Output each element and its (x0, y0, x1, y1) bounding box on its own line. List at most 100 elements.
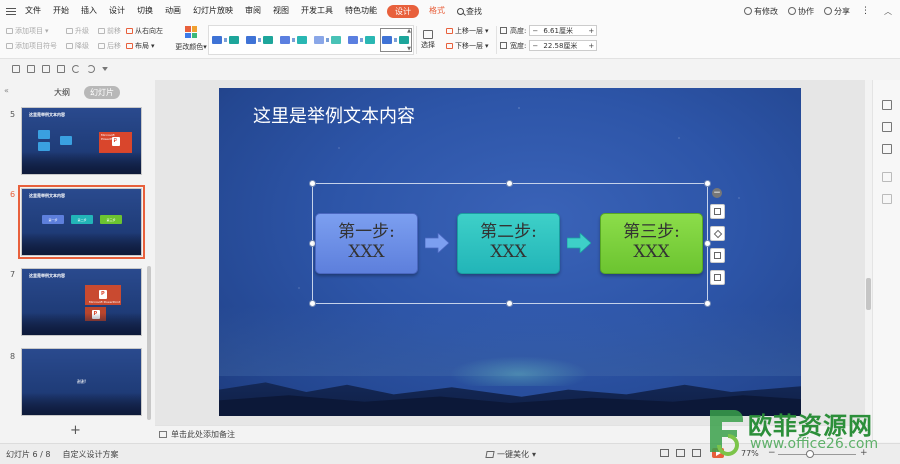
step-value: XXX (348, 242, 385, 262)
layers-button[interactable] (710, 204, 725, 219)
step-box-3[interactable]: 第三步: XXX (600, 213, 703, 274)
resize-handle[interactable] (506, 180, 513, 187)
style-option[interactable] (210, 28, 242, 52)
normal-view-icon[interactable] (660, 449, 669, 457)
resize-handle[interactable] (309, 300, 316, 307)
watermark-logo (710, 410, 743, 456)
width-minus[interactable]: − (530, 42, 540, 50)
pane-scrollbar[interactable] (147, 266, 151, 420)
height-minus[interactable]: − (530, 27, 540, 35)
width-stepper[interactable]: − 22.58厘米 + (529, 40, 598, 51)
change-color-button[interactable]: 更改颜色▾ (172, 25, 210, 57)
select-button[interactable]: 选择 (421, 30, 435, 50)
menu-file[interactable]: 文件 (19, 0, 47, 22)
notes-placeholder[interactable]: 单击此处添加备注 (171, 429, 235, 440)
shape-icon[interactable] (882, 122, 892, 132)
resize-handle[interactable] (704, 180, 711, 187)
collab-button[interactable]: 协作 (783, 6, 819, 17)
tab-outline[interactable]: 大纲 (48, 86, 76, 99)
menu-slideshow[interactable]: 幻灯片放映 (187, 0, 239, 22)
tab-format[interactable]: 格式 (423, 0, 451, 22)
ribbon: 添加项目 ▾ 添加项目符号 升级 降级 前移 后移 从右向左 布局 ▾ 更改颜色… (0, 22, 900, 59)
slide-thumbnail-8[interactable]: 谢谢! (21, 348, 142, 416)
menu-devtools[interactable]: 开发工具 (295, 0, 339, 22)
tab-slides[interactable]: 幻灯片 (84, 86, 120, 99)
height-label: 高度: (510, 26, 527, 35)
slide-thumbnail-7[interactable]: 这里是举例文本内容 Microsoft PowerPoint (21, 268, 142, 336)
print-preview-icon[interactable] (27, 65, 35, 73)
slide-thumbnail-6[interactable]: 这里是举例文本内容 第一步 第二步 第三步 (18, 185, 145, 259)
redo-icon[interactable] (87, 65, 95, 73)
gallery-scroll[interactable]: ▲ ▼ (406, 28, 412, 52)
style-swatch (365, 36, 376, 44)
step-box-2[interactable]: 第二步: XXX (457, 213, 560, 274)
width-plus[interactable]: + (586, 42, 596, 50)
hamburger-icon[interactable] (6, 6, 16, 17)
style-arrow (292, 38, 296, 42)
style-option[interactable] (278, 28, 310, 52)
design-scheme[interactable]: 自定义设计方案 (57, 449, 125, 460)
step-value: XXX (633, 242, 670, 262)
menu-transition[interactable]: 切换 (131, 0, 159, 22)
chevron-up-icon[interactable]: ︿ (876, 6, 900, 17)
width-value[interactable]: 22.58厘米 (540, 41, 586, 51)
slide-thumbnail-5[interactable]: 这里是举例文本内容 Microsoft PowerPoint (21, 107, 142, 175)
undo-icon[interactable] (72, 65, 80, 73)
settings-icon[interactable] (882, 194, 892, 204)
style-option[interactable] (312, 28, 344, 52)
shape-style-button[interactable] (710, 226, 725, 241)
step-box-1[interactable]: 第一步: XXX (315, 213, 418, 274)
resize-handle[interactable] (506, 300, 513, 307)
gallery-down-icon[interactable]: ▼ (407, 46, 411, 52)
gallery-up-icon[interactable]: ▲ (407, 28, 411, 34)
menu-home[interactable]: 开始 (47, 0, 75, 22)
copy-icon[interactable] (882, 144, 892, 154)
height-value[interactable]: 6.61厘米 (540, 26, 586, 36)
changes-button[interactable]: 有修改 (739, 6, 783, 17)
changes-label: 有修改 (754, 6, 778, 16)
layout-options-button[interactable] (710, 270, 725, 285)
menu-design[interactable]: 设计 (103, 0, 131, 22)
export-icon[interactable] (57, 65, 65, 73)
save-icon[interactable] (12, 65, 20, 73)
chart-icon[interactable] (882, 172, 892, 182)
properties-icon[interactable] (882, 100, 892, 110)
customize-icon[interactable] (102, 67, 108, 71)
style-option[interactable] (244, 28, 276, 52)
resize-handle[interactable] (309, 180, 316, 187)
menu-review[interactable]: 审阅 (239, 0, 267, 22)
collapse-pane-icon[interactable]: « (4, 86, 9, 95)
tab-smartart-design[interactable]: 设计 (387, 4, 419, 18)
search-button[interactable]: 查找 (451, 6, 488, 17)
move-forward-button: 前移 (98, 26, 121, 36)
more-icon[interactable]: ⋮ (855, 6, 876, 16)
select-label: 选择 (421, 41, 435, 49)
rtl-label: 从右向左 (135, 27, 163, 35)
menu-features[interactable]: 特色功能 (339, 0, 383, 22)
demote-icon (66, 43, 73, 49)
menu-view[interactable]: 视图 (267, 0, 295, 22)
collapse-toolbar-button[interactable]: − (712, 188, 722, 198)
rtl-button[interactable]: 从右向左 (126, 26, 163, 36)
print-icon[interactable] (42, 65, 50, 73)
beautify-button[interactable]: 一键美化 ▾ (485, 449, 536, 460)
style-swatch (331, 36, 342, 44)
ribbon-divider (496, 26, 497, 54)
height-stepper[interactable]: − 6.61厘米 + (529, 25, 598, 36)
move-back-label: 后移 (107, 42, 121, 50)
sorter-view-icon[interactable] (676, 449, 685, 457)
outline-button[interactable] (710, 248, 725, 263)
move-up-button[interactable]: 上移一层 ▾ (446, 26, 489, 36)
resize-handle[interactable] (704, 300, 711, 307)
smartart-style-gallery[interactable]: ▲ ▼ (208, 25, 414, 55)
menu-animation[interactable]: 动画 (159, 0, 187, 22)
add-slide-button[interactable]: + (70, 424, 81, 438)
move-down-button[interactable]: 下移一层 ▾ (446, 41, 489, 51)
height-plus[interactable]: + (586, 27, 596, 35)
slide-title[interactable]: 这里是举例文本内容 (253, 102, 415, 128)
layout-button[interactable]: 布局 ▾ (126, 41, 155, 51)
canvas-scrollbar[interactable] (866, 278, 871, 310)
menu-insert[interactable]: 插入 (75, 0, 103, 22)
style-option[interactable] (346, 28, 378, 52)
share-button[interactable]: 分享 (819, 6, 855, 17)
